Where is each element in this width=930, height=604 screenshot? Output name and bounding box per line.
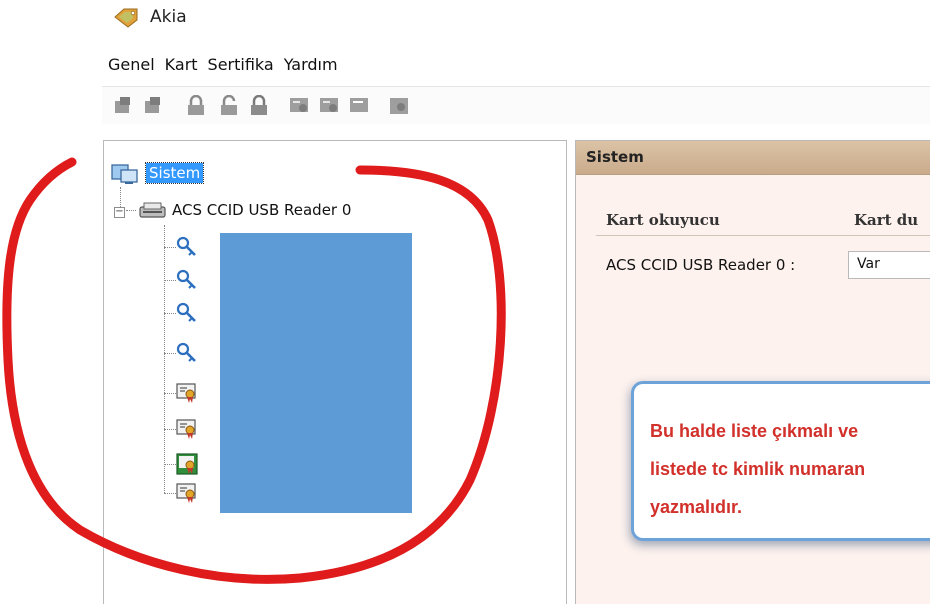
tree-view[interactable]: Sistem − ACS CCID USB Reader 0 — [103, 140, 567, 604]
certificate-icon[interactable] — [288, 95, 312, 117]
lock-icon[interactable] — [184, 95, 208, 117]
title-bar: Akia — [0, 0, 930, 40]
card-status-field: Var — [848, 251, 930, 279]
certificate-icon[interactable] — [318, 95, 342, 117]
computer-icon — [111, 164, 138, 184]
menu-sertifika[interactable]: Sertifika — [207, 55, 275, 79]
toolbar — [102, 86, 930, 124]
redaction-block — [220, 233, 412, 513]
tree-connector — [126, 209, 136, 211]
column-header-card-status: Kart du — [854, 211, 919, 229]
tree-connector — [164, 313, 176, 314]
tree-expander[interactable]: − — [114, 207, 125, 218]
tree-connector — [164, 429, 176, 430]
tree-node-reader[interactable]: ACS CCID USB Reader 0 — [126, 199, 351, 221]
menu-genel[interactable]: Genel — [107, 55, 156, 79]
reader-row-label: ACS CCID USB Reader 0 : — [606, 256, 796, 274]
card-reader-icon[interactable] — [112, 95, 136, 117]
tag-app-icon — [114, 8, 138, 28]
callout-line-3: yazmalıdır. — [650, 497, 743, 517]
certificate-icon[interactable] — [388, 95, 412, 117]
tree-connector — [164, 247, 176, 248]
panel-header: Sistem — [576, 141, 930, 175]
tree-node-sistem[interactable]: Sistem — [110, 161, 205, 185]
tree-connector — [164, 353, 176, 354]
card-status-value: Var — [857, 256, 880, 272]
lock-icon[interactable] — [247, 95, 271, 117]
window-title: Akia — [150, 7, 187, 27]
key-icon[interactable] — [176, 236, 198, 258]
tree-connector — [164, 493, 176, 494]
tree-label-sistem[interactable]: Sistem — [144, 162, 205, 184]
tree-label-reader[interactable]: ACS CCID USB Reader 0 — [172, 201, 351, 219]
certificate-icon[interactable] — [176, 453, 198, 475]
menu-bar: Genel Kart Sertifika Yardım — [107, 55, 339, 79]
certificate-icon[interactable] — [176, 482, 198, 504]
callout-line-2: listede tc kimlik numaran — [650, 459, 866, 479]
tree-connector — [164, 225, 165, 493]
card-reader-icon — [139, 202, 166, 218]
annotation-callout: Bu halde liste çıkmalı ve listede tc kim… — [631, 381, 930, 541]
unlock-icon[interactable] — [217, 95, 241, 117]
certificate-icon[interactable] — [348, 95, 372, 117]
header-divider — [596, 235, 930, 236]
tree-connector — [164, 280, 176, 281]
tree-connector — [164, 464, 176, 465]
tree-connector — [164, 393, 176, 394]
menu-yardim[interactable]: Yardım — [283, 55, 339, 79]
certificate-icon[interactable] — [176, 418, 198, 440]
card-reader-icon[interactable] — [142, 95, 166, 117]
menu-kart[interactable]: Kart — [164, 55, 199, 79]
key-icon[interactable] — [176, 342, 198, 364]
callout-line-1: Bu halde liste çıkmalı ve — [650, 421, 859, 441]
panel-title: Sistem — [586, 148, 644, 166]
key-icon[interactable] — [176, 302, 198, 324]
key-icon[interactable] — [176, 269, 198, 291]
certificate-icon[interactable] — [176, 382, 198, 404]
column-header-reader: Kart okuyucu — [606, 211, 720, 229]
